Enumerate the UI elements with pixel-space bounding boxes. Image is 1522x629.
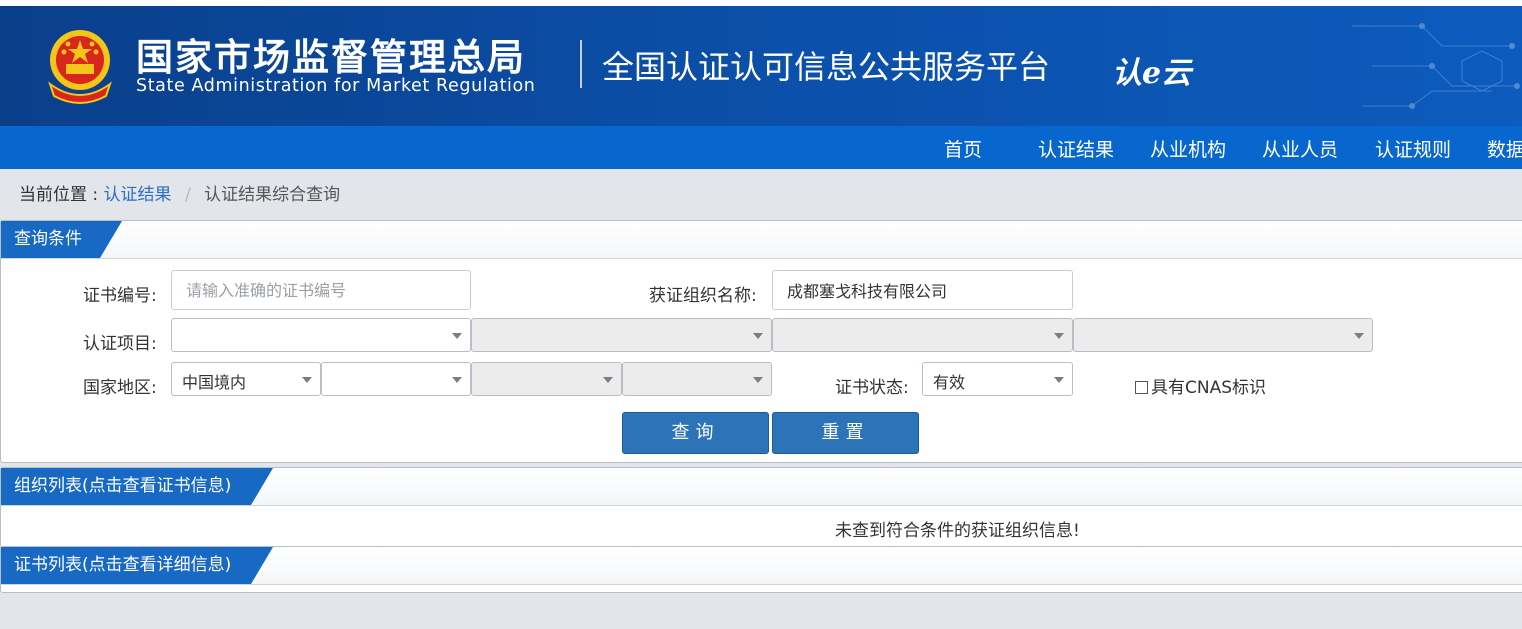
cert-list-title: 证书列表(点击查看详细信息) — [1, 547, 273, 584]
cert-list-panel-header: 证书列表(点击查看详细信息) — [1, 547, 1522, 585]
region-label: 国家地区: — [83, 378, 157, 398]
status-select-value: 有效 — [933, 373, 966, 392]
nav-item-cert-results[interactable]: 认证结果 — [1038, 135, 1114, 162]
nav-item-institutions[interactable]: 从业机构 — [1150, 135, 1226, 162]
cert-no-label: 证书编号: — [83, 286, 157, 306]
platform-title: 全国认证认可信息公共服务平台 — [602, 48, 1051, 86]
header-divider — [580, 40, 582, 88]
main-nav: 首页 认证结果 从业机构 从业人员 认证规则 数据 — [0, 126, 1522, 169]
search-button[interactable]: 查询 — [622, 412, 769, 454]
agency-name-en: State Administration for Market Regulati… — [136, 76, 536, 96]
project-label: 认证项目: — [83, 334, 157, 354]
chevron-down-icon — [302, 377, 312, 383]
chevron-down-icon — [1054, 333, 1064, 339]
status-select[interactable]: 有效 — [922, 362, 1073, 396]
reset-button[interactable]: 重置 — [772, 412, 919, 454]
breadcrumb-link-cert-results[interactable]: 认证结果 — [104, 185, 172, 205]
cnas-checkbox[interactable]: 具有CNAS标识 — [1135, 373, 1266, 398]
query-panel-title: 查询条件 — [1, 221, 122, 258]
site-header: 国家市场监督管理总局 State Administration for Mark… — [0, 0, 1522, 126]
region-select-value: 中国境内 — [182, 373, 247, 392]
project-select-2[interactable] — [471, 318, 772, 352]
nav-item-home[interactable]: 首页 — [944, 135, 982, 162]
chevron-down-icon — [1354, 333, 1364, 339]
chevron-down-icon — [1054, 377, 1064, 383]
query-panel-header: 查询条件 — [1, 221, 1522, 259]
project-select-4[interactable] — [1073, 318, 1373, 352]
org-list-body — [0, 509, 1522, 546]
circuit-decoration-icon — [1352, 23, 1520, 109]
region-select-country[interactable]: 中国境内 — [171, 362, 321, 396]
national-emblem-icon — [48, 30, 112, 104]
chevron-down-icon — [452, 377, 462, 383]
status-label: 证书状态: — [835, 378, 909, 398]
cert-no-input[interactable] — [171, 270, 471, 310]
checkbox-icon[interactable] — [1135, 381, 1148, 394]
chevron-down-icon — [603, 377, 613, 383]
org-list-panel: 组织列表(点击查看证书信息) — [0, 467, 1522, 510]
breadcrumb-separator: / — [184, 185, 191, 205]
cert-list-panel: 证书列表(点击查看详细信息) — [0, 546, 1522, 593]
region-select-district[interactable] — [622, 362, 772, 396]
nav-item-practitioners[interactable]: 从业人员 — [1262, 135, 1338, 162]
cnas-checkbox-label: 具有CNAS标识 — [1151, 378, 1267, 398]
org-list-panel-header: 组织列表(点击查看证书信息) — [1, 468, 1522, 506]
org-name-label: 获证组织名称: — [649, 286, 757, 306]
org-name-input[interactable] — [772, 270, 1073, 310]
region-select-province[interactable] — [321, 362, 471, 396]
project-select-1[interactable] — [171, 318, 471, 352]
region-select-city[interactable] — [471, 362, 622, 396]
breadcrumb: 当前位置 : 认证结果 / 认证结果综合查询 — [19, 180, 340, 205]
nav-item-data[interactable]: 数据 — [1487, 135, 1522, 162]
platform-logo: 认e云 — [1112, 56, 1192, 91]
org-list-title: 组织列表(点击查看证书信息) — [1, 468, 273, 505]
breadcrumb-prefix: 当前位置 : — [19, 185, 99, 205]
chevron-down-icon — [753, 333, 763, 339]
nav-item-cert-rules[interactable]: 认证规则 — [1375, 135, 1451, 162]
breadcrumb-current: 认证结果综合查询 — [204, 185, 341, 205]
project-select-3[interactable] — [772, 318, 1073, 352]
chevron-down-icon — [452, 333, 462, 339]
org-list-empty-message: 未查到符合条件的获证组织信息! — [835, 521, 1080, 541]
chevron-down-icon — [753, 377, 763, 383]
agency-name-cn: 国家市场监督管理总局 — [136, 36, 526, 79]
